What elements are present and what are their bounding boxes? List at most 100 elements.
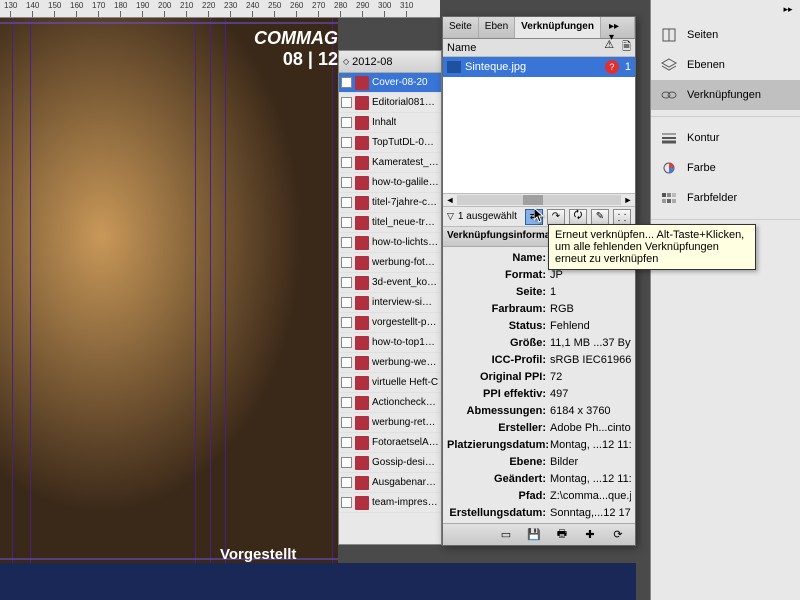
checkbox[interactable]	[341, 337, 352, 348]
tab-layers[interactable]: Eben	[479, 17, 515, 38]
grip-icon[interactable]: ⸬	[613, 209, 631, 225]
checkbox[interactable]	[341, 297, 352, 308]
guide-v[interactable]	[30, 18, 31, 563]
panel-tab-layers[interactable]: Ebenen	[651, 50, 800, 80]
info-value: 11,1 MB ...37 Byte)	[550, 337, 631, 349]
book-document-row[interactable]: how-to-top10-cs	[339, 333, 441, 353]
guide-v[interactable]	[225, 18, 226, 563]
info-value: Adobe Ph...cintosh)	[550, 422, 631, 434]
indd-file-icon	[355, 96, 369, 110]
book-document-row[interactable]: vorgestellt-pani	[339, 313, 441, 333]
panel-tab-pages[interactable]: Seiten	[651, 20, 800, 50]
collapse-dock-button[interactable]: ▸▸	[780, 4, 796, 18]
book-document-row[interactable]: werbung-retusc	[339, 413, 441, 433]
info-value: Fehlend	[550, 320, 631, 332]
guide-v[interactable]	[12, 18, 13, 563]
checkbox[interactable]	[341, 157, 352, 168]
panel-tab-color[interactable]: Farbe	[651, 153, 800, 183]
guide-v[interactable]	[210, 18, 211, 563]
update-link-button[interactable]: 🗘	[569, 209, 587, 225]
checkbox[interactable]	[341, 217, 352, 228]
magazine-issue: 08 | 12	[218, 49, 338, 70]
info-value: JP	[550, 269, 631, 281]
checkbox[interactable]	[341, 177, 352, 188]
book-document-row[interactable]: Actioncheck_08	[339, 393, 441, 413]
links-columns-header: Name ⚠ 🗎	[443, 39, 635, 57]
indd-file-icon	[355, 496, 369, 510]
links-list-body[interactable]	[443, 77, 635, 193]
book-document-row[interactable]: werbung-fotogra	[339, 253, 441, 273]
book-document-row[interactable]: Ausgabenarchiv	[339, 473, 441, 493]
book-document-row[interactable]: Editorial0812_ko	[339, 93, 441, 113]
add-button[interactable]: ✚	[581, 527, 599, 543]
info-label: Original PPI:	[447, 371, 550, 383]
book-document-row[interactable]: interview-simon	[339, 293, 441, 313]
book-document-row[interactable]: werbung-webtra	[339, 353, 441, 373]
preview-size-button[interactable]: ▭	[497, 527, 515, 543]
pages-icon	[659, 27, 679, 43]
checkbox[interactable]	[341, 397, 352, 408]
checkbox[interactable]	[341, 317, 352, 328]
scroll-left-icon[interactable]: ◄	[443, 195, 457, 205]
sync-button[interactable]: ⟳	[609, 527, 627, 543]
guide-h	[0, 22, 338, 24]
info-row: Seite:1	[447, 283, 631, 300]
missing-link-icon: ?	[605, 60, 619, 74]
panel-tab-stroke[interactable]: Kontur	[651, 123, 800, 153]
book-document-row[interactable]: Gossip-designco	[339, 453, 441, 473]
disclosure-triangle-icon[interactable]: ◇	[343, 57, 349, 66]
book-document-row[interactable]: TopTutDL-08-12	[339, 133, 441, 153]
book-document-row[interactable]: Kameratest_081	[339, 153, 441, 173]
checkbox[interactable]	[341, 417, 352, 428]
panel-label: Farbe	[687, 162, 716, 174]
checkbox[interactable]	[341, 437, 352, 448]
checkbox[interactable]	[341, 277, 352, 288]
panel-menu-button[interactable]: ▸▸ ▾	[601, 17, 635, 38]
book-document-row[interactable]: team-impressum	[339, 493, 441, 513]
panel-tab-links[interactable]: Verknüpfungen	[651, 80, 800, 110]
checkbox[interactable]	[341, 237, 352, 248]
scrollbar-thumb[interactable]	[523, 195, 543, 205]
disclosure-icon[interactable]: ▽	[447, 211, 454, 222]
tooltip: Erneut verknüpfen... Alt-Taste+Klicken, …	[548, 224, 756, 270]
checkbox[interactable]	[341, 77, 352, 88]
panel-tab-swatches[interactable]: Farbfelder	[651, 183, 800, 213]
scroll-right-icon[interactable]: ►	[621, 195, 635, 205]
book-document-row[interactable]: virtuelle Heft-C	[339, 373, 441, 393]
horizontal-scrollbar[interactable]: ◄ ►	[443, 193, 635, 207]
checkbox[interactable]	[341, 137, 352, 148]
document-name: TopTutDL-08-12	[372, 137, 439, 148]
checkbox[interactable]	[341, 377, 352, 388]
info-label: Status:	[447, 320, 550, 332]
document-canvas[interactable]: COMMAG 08 | 12 Vorgestellt	[0, 18, 338, 563]
print-button[interactable]: 🖶	[553, 527, 571, 543]
guide-v[interactable]	[332, 18, 333, 563]
save-button[interactable]: 💾	[525, 527, 543, 543]
checkbox[interactable]	[341, 477, 352, 488]
checkbox[interactable]	[341, 497, 352, 508]
checkbox[interactable]	[341, 357, 352, 368]
book-document-row[interactable]: how-to-lichtschr	[339, 233, 441, 253]
goto-link-button[interactable]: ↷	[547, 209, 565, 225]
edit-original-button[interactable]: ✎	[591, 209, 609, 225]
book-document-row[interactable]: 3d-event_korrigi	[339, 273, 441, 293]
tab-links[interactable]: Verknüpfungen	[515, 17, 601, 38]
indd-file-icon	[355, 236, 369, 250]
book-document-row[interactable]: Cover-08-20	[339, 73, 441, 93]
scrollbar-track[interactable]	[457, 195, 621, 205]
checkbox[interactable]	[341, 457, 352, 468]
checkbox[interactable]	[341, 117, 352, 128]
book-document-row[interactable]: Inhalt	[339, 113, 441, 133]
guide-v[interactable]	[195, 18, 196, 563]
checkbox[interactable]	[341, 197, 352, 208]
book-document-row[interactable]: how-to-galileo...	[339, 173, 441, 193]
checkbox[interactable]	[341, 97, 352, 108]
tab-pages[interactable]: Seite	[443, 17, 479, 38]
book-document-row[interactable]: FotoraetselAugu	[339, 433, 441, 453]
book-document-row[interactable]: titel-7jahre-com	[339, 193, 441, 213]
checkbox[interactable]	[341, 257, 352, 268]
link-row-selected[interactable]: Sinteque.jpg ? 1	[443, 57, 635, 77]
document-name: 3d-event_korrigi	[372, 277, 439, 288]
book-header[interactable]: ◇ 2012-08	[339, 51, 441, 73]
book-document-row[interactable]: titel_neue-traini	[339, 213, 441, 233]
